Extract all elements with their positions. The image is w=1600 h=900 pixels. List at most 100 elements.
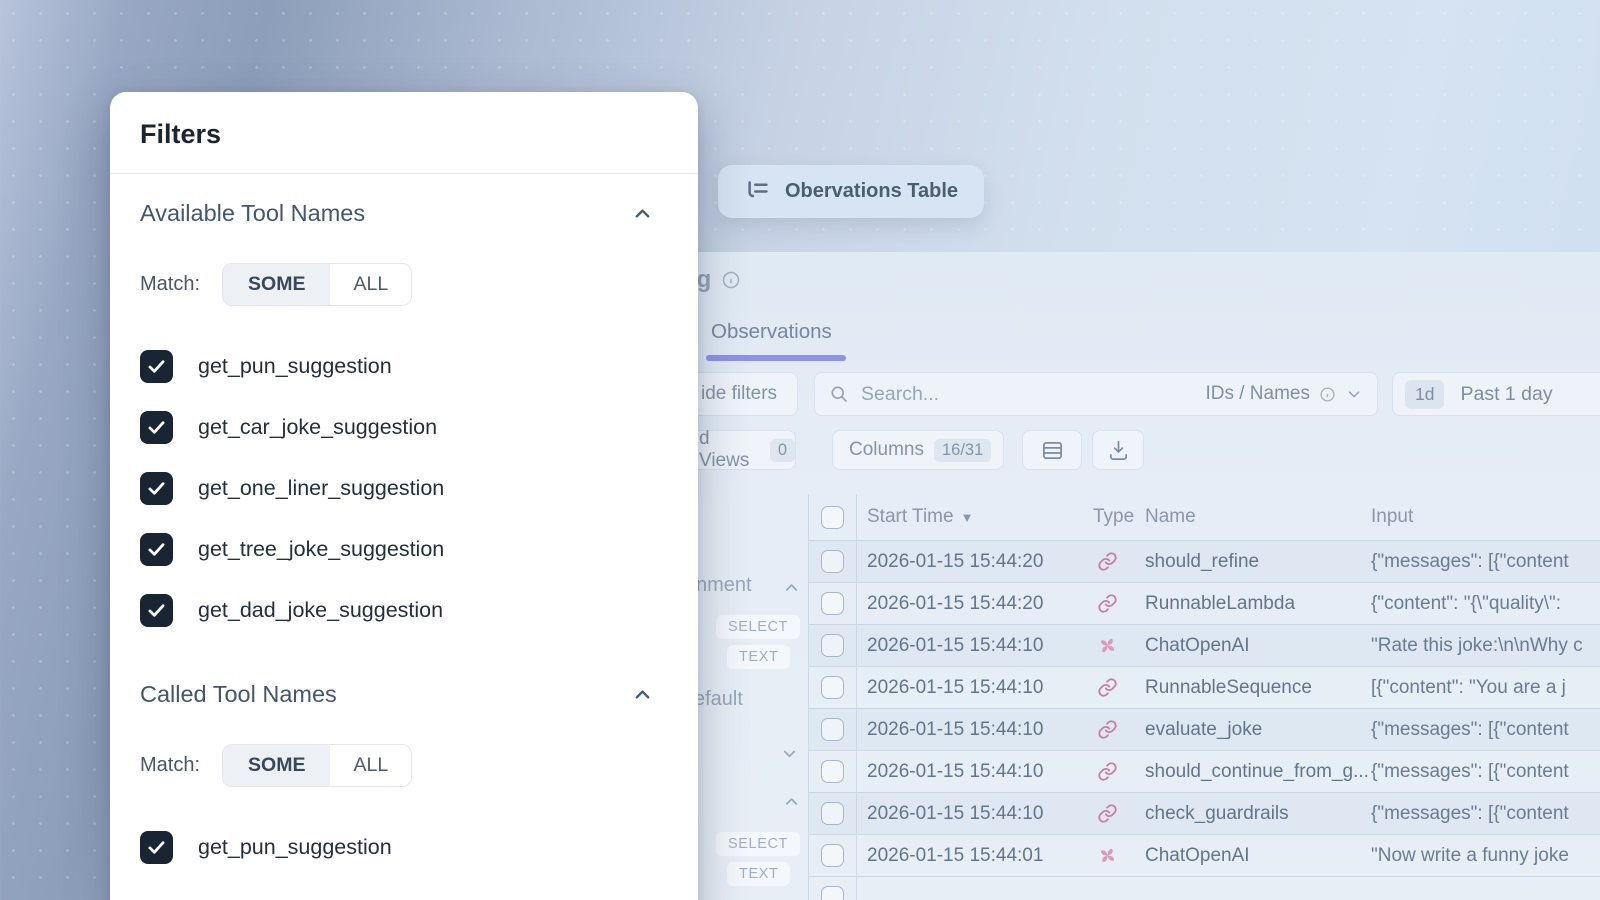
row-name: should_refine bbox=[1145, 551, 1371, 573]
table-header-row: Start Time ▼ Type Name Input bbox=[809, 494, 1600, 540]
table-row[interactable]: 2026-01-15 15:44:10 ChatOpenAI "Rate thi… bbox=[809, 624, 1600, 666]
row-input: [{"content": "You are a j bbox=[1371, 677, 1600, 699]
tool-filter-item[interactable]: get_car_joke_suggestion bbox=[140, 397, 654, 458]
table-row[interactable]: 2026-01-15 15:44:20 RunnableLambda {"con… bbox=[809, 582, 1600, 624]
chevron-down-icon bbox=[1345, 385, 1363, 403]
hide-filters-button[interactable]: ide filters bbox=[684, 372, 798, 416]
section-title: Called Tool Names bbox=[140, 681, 337, 708]
match-label: Match: bbox=[140, 754, 200, 777]
saved-views-button[interactable]: d Views 0 bbox=[684, 430, 796, 470]
table-row[interactable]: 2026-01-15 15:44:10 RunnableSequence [{"… bbox=[809, 666, 1600, 708]
tab-observations[interactable]: Observations bbox=[711, 320, 832, 344]
observations-table-callout: Obervations Table bbox=[718, 165, 984, 218]
tool-label: get_dad_joke_suggestion bbox=[198, 598, 443, 623]
match-all-option[interactable]: ALL bbox=[330, 264, 411, 305]
row-checkbox[interactable] bbox=[821, 592, 844, 615]
table-rows-icon bbox=[1041, 439, 1064, 462]
column-header-name[interactable]: Name bbox=[1145, 506, 1371, 528]
row-checkbox[interactable] bbox=[821, 718, 844, 741]
tool-filter-item[interactable]: get_pun_suggestion bbox=[140, 817, 654, 878]
table-row[interactable]: 2026-01-15 15:44:20 should_refine {"mess… bbox=[809, 540, 1600, 582]
check-icon bbox=[146, 356, 167, 377]
match-some-option[interactable]: SOME bbox=[223, 264, 330, 305]
row-start-time: 2026-01-15 15:44:10 bbox=[857, 635, 1079, 657]
row-checkbox[interactable] bbox=[821, 802, 844, 825]
chevron-up-icon[interactable] bbox=[631, 202, 654, 225]
table-row[interactable]: 2026-01-15 15:44:01 ChatOpenAI "Now writ… bbox=[809, 834, 1600, 876]
tool-checkbox-checked[interactable] bbox=[140, 350, 173, 383]
chevron-up-icon[interactable] bbox=[782, 578, 801, 597]
time-range-label: Past 1 day bbox=[1460, 383, 1585, 406]
columns-count-badge: 16/31 bbox=[934, 439, 991, 462]
column-header-start-time[interactable]: Start Time ▼ bbox=[857, 506, 1079, 528]
column-header-type[interactable]: Type bbox=[1079, 506, 1145, 528]
match-label: Match: bbox=[140, 273, 200, 296]
tool-filter-item[interactable]: get_pun_suggestion bbox=[140, 336, 654, 397]
tool-filter-item[interactable]: get_tree_joke_suggestion bbox=[140, 519, 654, 580]
tool-checkbox-checked[interactable] bbox=[140, 831, 173, 864]
row-checkbox[interactable] bbox=[821, 676, 844, 699]
row-name: ChatOpenAI bbox=[1145, 635, 1371, 657]
tool-label: get_car_joke_suggestion bbox=[198, 415, 437, 440]
fan-icon bbox=[1097, 845, 1118, 866]
row-start-time: 2026-01-15 15:44:20 bbox=[857, 551, 1079, 573]
sort-descending-icon: ▼ bbox=[961, 510, 974, 525]
tool-checkbox-checked[interactable] bbox=[140, 472, 173, 505]
chevron-down-icon[interactable] bbox=[780, 744, 799, 763]
row-checkbox[interactable] bbox=[821, 550, 844, 573]
table-row[interactable]: 2026-01-15 15:44:10 should_continue_from… bbox=[809, 750, 1600, 792]
export-button[interactable] bbox=[1092, 430, 1144, 470]
row-checkbox[interactable] bbox=[821, 634, 844, 657]
row-input: "Now write a funny joke bbox=[1371, 845, 1600, 867]
search-icon bbox=[829, 384, 849, 404]
check-icon bbox=[146, 417, 167, 438]
text-type-badge: TEXT bbox=[727, 645, 790, 669]
tool-label: get_tree_joke_suggestion bbox=[198, 537, 444, 562]
chain-link-icon bbox=[1097, 593, 1118, 614]
observations-page-screenshot: ng s Observations ide filters IDs / Name… bbox=[678, 252, 1600, 900]
tool-checkbox-list: get_pun_suggestion get_car_joke_suggesti… bbox=[140, 336, 654, 641]
row-checkbox[interactable] bbox=[821, 886, 844, 900]
text-type-badge: TEXT bbox=[727, 862, 790, 886]
row-input: {"messages": [{"content bbox=[1371, 551, 1600, 573]
observations-table: Start Time ▼ Type Name Input 2026-01-15 … bbox=[808, 494, 1600, 900]
download-icon bbox=[1107, 439, 1130, 462]
chain-link-icon bbox=[1097, 803, 1118, 824]
row-input: {"messages": [{"content bbox=[1371, 803, 1600, 825]
section-title: Available Tool Names bbox=[140, 200, 365, 227]
row-start-time: 2026-01-15 15:44:10 bbox=[857, 803, 1079, 825]
time-range-dropdown[interactable]: 1d Past 1 day bbox=[1392, 372, 1600, 416]
table-row-partial[interactable] bbox=[809, 876, 1600, 900]
chevron-up-icon[interactable] bbox=[782, 792, 801, 811]
select-all-checkbox[interactable] bbox=[821, 506, 844, 529]
row-start-time: 2026-01-15 15:44:10 bbox=[857, 761, 1079, 783]
check-icon bbox=[146, 539, 167, 560]
row-height-button[interactable] bbox=[1022, 430, 1082, 470]
search-scope-dropdown[interactable]: IDs / Names bbox=[1205, 383, 1363, 405]
divider bbox=[110, 173, 698, 174]
tool-checkbox-checked[interactable] bbox=[140, 411, 173, 444]
check-icon bbox=[146, 600, 167, 621]
row-start-time: 2026-01-15 15:44:10 bbox=[857, 677, 1079, 699]
table-row[interactable]: 2026-01-15 15:44:10 evaluate_joke {"mess… bbox=[809, 708, 1600, 750]
info-icon bbox=[721, 270, 741, 290]
table-body: 2026-01-15 15:44:20 should_refine {"mess… bbox=[809, 540, 1600, 876]
tool-filter-item[interactable]: get_dad_joke_suggestion bbox=[140, 580, 654, 641]
search-input[interactable] bbox=[861, 383, 1205, 406]
columns-button[interactable]: Columns 16/31 bbox=[832, 430, 1004, 470]
row-name: RunnableSequence bbox=[1145, 677, 1371, 699]
chevron-up-icon[interactable] bbox=[631, 683, 654, 706]
match-all-option[interactable]: ALL bbox=[330, 745, 411, 786]
row-input: {"messages": [{"content bbox=[1371, 719, 1600, 741]
row-checkbox[interactable] bbox=[821, 760, 844, 783]
chain-link-icon bbox=[1097, 551, 1118, 572]
row-checkbox[interactable] bbox=[821, 844, 844, 867]
match-some-option[interactable]: SOME bbox=[223, 745, 330, 786]
tool-checkbox-checked[interactable] bbox=[140, 594, 173, 627]
match-mode-toggle: SOME ALL bbox=[222, 744, 412, 787]
tool-filter-item[interactable]: get_one_liner_suggestion bbox=[140, 458, 654, 519]
column-header-input[interactable]: Input bbox=[1371, 506, 1600, 528]
table-row[interactable]: 2026-01-15 15:44:10 check_guardrails {"m… bbox=[809, 792, 1600, 834]
search-bar[interactable]: IDs / Names bbox=[814, 372, 1378, 416]
tool-checkbox-checked[interactable] bbox=[140, 533, 173, 566]
